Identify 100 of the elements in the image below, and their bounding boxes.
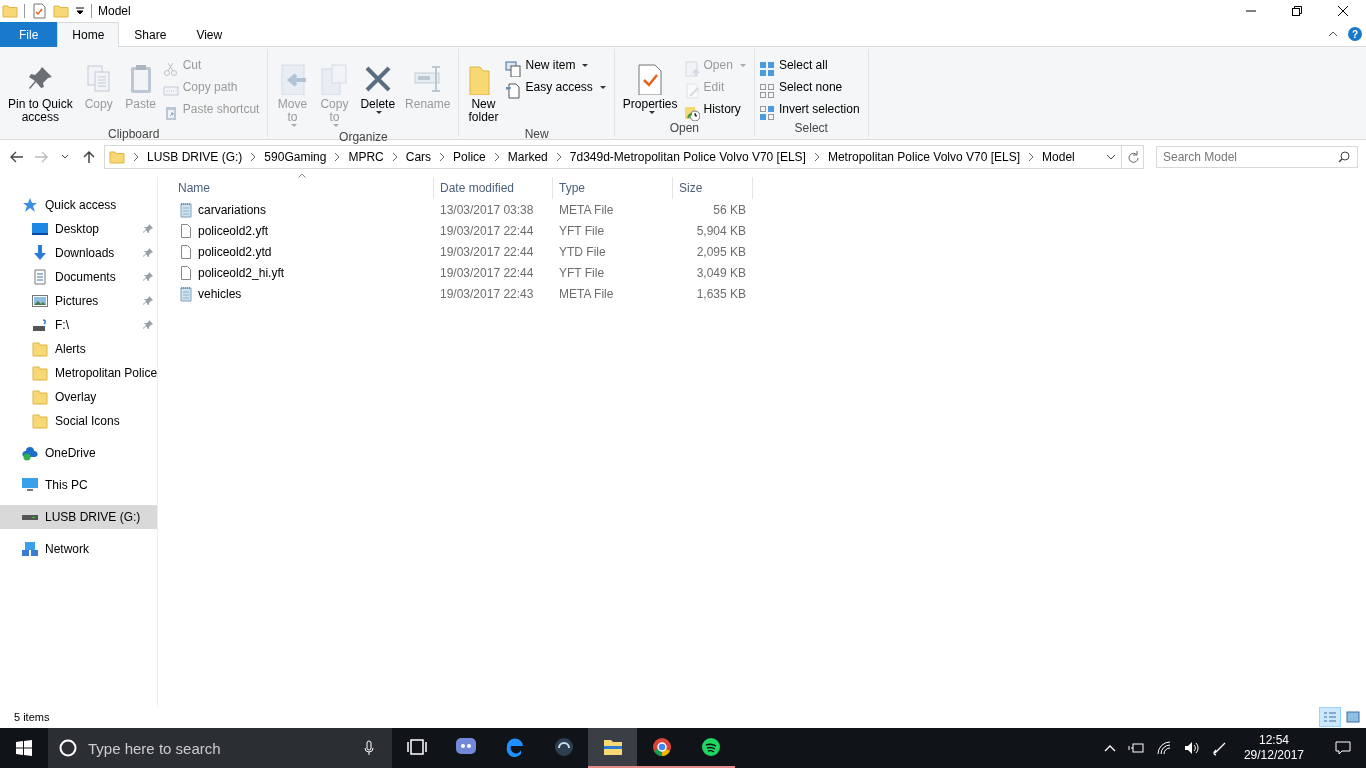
group-label: New — [523, 126, 550, 143]
chevron-up-icon — [1103, 744, 1116, 752]
restore-icon — [1292, 6, 1302, 16]
column-header[interactable]: Size — [673, 177, 753, 199]
nav-item[interactable]: Overlay — [0, 385, 157, 409]
taskbar-app[interactable] — [588, 728, 637, 768]
nav-item[interactable]: Documents — [0, 265, 157, 289]
ribbon-button[interactable]: Delete — [356, 53, 400, 116]
ribbon-tab[interactable]: File — [0, 22, 58, 47]
ribbon-tab[interactable]: Share — [119, 22, 182, 47]
breadcrumb[interactable]: 590Gaming — [264, 150, 327, 164]
window-title: Model — [98, 4, 131, 18]
help-button[interactable]: ? — [1348, 27, 1362, 41]
search-icon — [1338, 151, 1350, 163]
ribbon-button[interactable]: Easy access — [505, 77, 610, 97]
folder-icon — [602, 737, 623, 757]
nav-item[interactable]: Metropolitan Police — [0, 361, 157, 385]
ribbon-tab[interactable]: View — [181, 22, 238, 47]
chevron-right-icon — [249, 152, 258, 162]
chevron-down-icon — [61, 154, 69, 160]
nav-item[interactable]: This PC — [0, 473, 157, 497]
chevron-right-icon — [492, 152, 501, 162]
grid-icon — [758, 105, 775, 121]
chevron-right-icon — [554, 152, 563, 162]
breadcrumb[interactable]: Model — [1042, 150, 1075, 164]
file-icon — [178, 264, 194, 281]
scissors-icon — [162, 61, 179, 77]
speaker-icon — [1183, 741, 1200, 755]
search-field[interactable]: Search Model — [1156, 146, 1358, 168]
edit-icon — [683, 83, 700, 99]
type-cell-text: YFT File — [558, 265, 606, 280]
clock[interactable]: 12:54 29/12/2017 — [1239, 733, 1308, 763]
close-icon — [1338, 6, 1348, 16]
group-label: Organize — [338, 129, 389, 146]
ribbon-button[interactable]: New item — [505, 55, 593, 75]
nav-item[interactable]: Quick access — [0, 193, 157, 217]
address-bar[interactable]: LUSB DRIVE (G:) 590Gaming MPRC Cars Police Marked 7d349d-Metropolitan Police Volvo V70 [ELS] Metropolitan Police Volvo V70 [ELS] Model — [104, 145, 1122, 169]
group-label: Clipboard — [107, 126, 161, 143]
breadcrumb[interactable]: 7d349d-Metropolitan Police Volvo V70 [ELS] — [569, 150, 806, 164]
column-header[interactable]: Date modified — [434, 177, 553, 199]
nav-item[interactable]: LUSB DRIVE (G:) — [0, 505, 157, 529]
ribbon-button[interactable]: Pin to Quick access — [4, 53, 77, 126]
drive-icon — [22, 514, 38, 520]
wifi-icon — [1155, 741, 1172, 755]
chevron-right-icon — [438, 152, 447, 162]
size-cell-text: 56 KB — [712, 202, 747, 217]
ribbon-button[interactable]: New folder — [463, 53, 504, 126]
file-name[interactable]: vehicles — [198, 286, 242, 301]
ribbon-button[interactable]: Properties — [618, 53, 682, 116]
task-view-icon — [406, 737, 427, 757]
breadcrumb[interactable]: Marked — [507, 150, 548, 164]
back-arrow-icon — [10, 151, 24, 163]
nav-item[interactable]: OneDrive — [0, 441, 157, 465]
notification-icon — [1335, 741, 1351, 755]
file-name[interactable]: carvariations — [198, 202, 267, 217]
size-cell-text: 5,904 KB — [695, 223, 747, 238]
folder-icon — [32, 365, 48, 381]
folder-icon — [109, 149, 125, 165]
file-name[interactable]: policeold2_hi.yft — [198, 265, 285, 280]
open-icon — [683, 61, 700, 77]
breadcrumb[interactable]: Police — [453, 150, 486, 164]
ribbon-button[interactable]: Invert selection — [758, 99, 864, 119]
breadcrumb[interactable]: Cars — [405, 150, 432, 164]
breadcrumb[interactable]: Metropolitan Police Volvo V70 [ELS] — [827, 150, 1021, 164]
download-arrow-icon — [32, 245, 48, 261]
file-name[interactable]: policeold2.yft — [198, 223, 269, 238]
grid-icon — [758, 61, 775, 77]
date-cell-text: 19/03/2017 22:43 — [439, 286, 535, 301]
chevron-right-icon — [1027, 152, 1036, 162]
file-icon — [178, 222, 194, 239]
nav-item[interactable]: Network — [0, 537, 157, 561]
nav-item[interactable]: Downloads — [0, 241, 157, 265]
collapse-ribbon-button[interactable] — [1328, 30, 1338, 38]
column-header[interactable]: Type — [553, 177, 673, 199]
ribbon-button[interactable]: Select all — [758, 55, 832, 75]
nav-item[interactable]: F:\ — [0, 313, 157, 337]
text-file-icon — [178, 201, 194, 218]
folder-icon — [53, 3, 69, 19]
desktop-icon — [32, 221, 48, 237]
chat-app-icon — [455, 737, 476, 757]
file-name[interactable]: policeold2.ytd — [198, 244, 272, 259]
nav-item[interactable]: Desktop — [0, 217, 157, 241]
nav-item[interactable]: Social Icons — [0, 409, 157, 433]
refresh-button[interactable] — [1122, 145, 1144, 169]
breadcrumb[interactable]: LUSB DRIVE (G:) — [147, 150, 243, 164]
breadcrumb[interactable]: MPRC — [348, 150, 384, 164]
circle-icon — [59, 739, 77, 757]
ribbon-button[interactable]: Select none — [758, 77, 847, 97]
up-arrow-icon — [83, 150, 95, 164]
date-cell-text: 13/03/2017 03:38 — [439, 202, 535, 217]
nav-item[interactable]: Alerts — [0, 337, 157, 361]
microphone-icon — [364, 740, 374, 756]
cloud-icon — [22, 445, 38, 461]
ribbon-tab[interactable]: Home — [57, 22, 120, 47]
history-icon — [683, 105, 700, 121]
column-header[interactable]: Name — [172, 177, 434, 199]
network-icon — [22, 541, 38, 557]
nav-item[interactable]: Pictures — [0, 289, 157, 313]
ribbon-button[interactable]: History — [683, 99, 745, 119]
taskbar-search-field[interactable]: Type here to search — [48, 728, 392, 768]
